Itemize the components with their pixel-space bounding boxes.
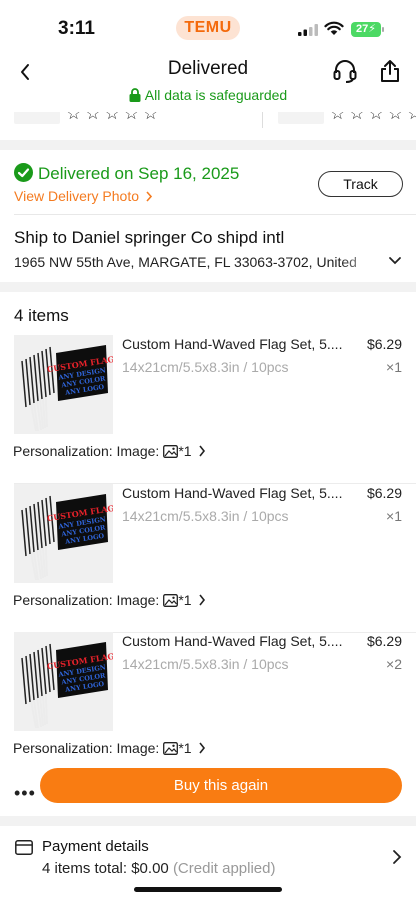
review-thumbnail xyxy=(14,112,60,124)
personalization-label: Personalization: Image: xyxy=(13,740,160,756)
list-item[interactable]: CUSTOM FLAG ANY DESIGN ANY COLOR ANY LOG… xyxy=(0,632,416,781)
track-button[interactable]: Track xyxy=(318,171,403,197)
chevron-right-icon xyxy=(199,594,206,606)
wifi-icon xyxy=(324,21,344,35)
items-count: 4 items xyxy=(14,306,69,325)
product-price: $6.29 xyxy=(366,336,402,352)
order-detail-page: 3:11 TEMU 27⚡ Delivered All data is safe… xyxy=(0,0,416,902)
personalization-count: *1 xyxy=(178,592,192,608)
product-quantity: ×1 xyxy=(386,359,402,375)
product-image[interactable]: CUSTOM FLAG ANY DESIGN ANY COLOR ANY LOG… xyxy=(14,484,113,583)
share-icon[interactable] xyxy=(378,58,402,84)
section-gap xyxy=(0,140,416,150)
review-thumbnail xyxy=(278,112,324,124)
product-variant: 14x21cm/5.5x8.3in / 10pcs xyxy=(122,508,289,524)
header: Delivered All data is safeguarded xyxy=(0,56,416,112)
headset-support-icon[interactable] xyxy=(332,58,358,84)
strip-divider xyxy=(262,112,263,128)
product-quantity: ×1 xyxy=(386,508,402,524)
section-gap xyxy=(0,282,416,292)
flag-set-image: CUSTOM FLAG ANY DESIGN ANY COLOR ANY LOG… xyxy=(21,642,113,729)
total-label: 4 items total: xyxy=(42,860,128,877)
image-icon xyxy=(163,445,179,458)
product-image[interactable]: CUSTOM FLAG ANY DESIGN ANY COLOR ANY LOG… xyxy=(14,632,113,731)
safeguard-notice: All data is safeguarded xyxy=(0,87,416,103)
section-gap xyxy=(0,816,416,826)
buy-again-button[interactable]: Buy this again xyxy=(40,768,402,803)
product-quantity: ×2 xyxy=(386,656,402,672)
status-bar: 3:11 TEMU 27⚡ xyxy=(0,0,416,56)
safeguard-text: All data is safeguarded xyxy=(144,87,288,103)
view-delivery-photo-link[interactable]: View Delivery Photo xyxy=(14,188,153,204)
chevron-right-icon xyxy=(199,742,206,754)
flag-set-image: CUSTOM FLAG ANY DESIGN ANY COLOR ANY LOG… xyxy=(21,345,113,432)
list-item[interactable]: CUSTOM FLAG ANY DESIGN ANY COLOR ANY LOG… xyxy=(0,335,416,484)
product-variant: 14x21cm/5.5x8.3in / 10pcs xyxy=(122,359,289,375)
personalization-count: *1 xyxy=(178,740,192,756)
product-name[interactable]: Custom Hand-Waved Flag Set, 5.... xyxy=(122,633,354,649)
chevron-right-icon[interactable] xyxy=(392,849,402,865)
product-variant: 14x21cm/5.5x8.3in / 10pcs xyxy=(122,656,289,672)
shipping-address[interactable]: 1965 NW 55th Ave, MARGATE, FL 33063-3702… xyxy=(14,254,380,270)
personalization-link[interactable]: Personalization: Image: *1 xyxy=(13,592,206,608)
product-price: $6.29 xyxy=(366,633,402,649)
photo-link-label: View Delivery Photo xyxy=(14,188,140,204)
product-image[interactable]: CUSTOM FLAG ANY DESIGN ANY COLOR ANY LOG… xyxy=(14,335,113,434)
star-rating-icon[interactable]: ☆☆☆☆☆ xyxy=(330,112,416,124)
product-name[interactable]: Custom Hand-Waved Flag Set, 5.... xyxy=(122,485,354,501)
personalization-link[interactable]: Personalization: Image: *1 xyxy=(13,740,206,756)
check-circle-icon xyxy=(14,163,33,182)
personalization-label: Personalization: Image: xyxy=(13,443,160,459)
lock-icon xyxy=(129,88,141,102)
product-price: $6.29 xyxy=(366,485,402,501)
chevron-right-icon xyxy=(146,191,152,202)
review-strip: ☆☆☆☆☆ ☆☆☆☆☆ xyxy=(0,112,416,128)
payment-total: 4 items total: $0.00 (Credit applied) xyxy=(42,860,275,877)
cellular-signal-icon xyxy=(298,24,318,36)
credit-note: (Credit applied) xyxy=(172,860,276,877)
personalization-label: Personalization: Image: xyxy=(13,592,160,608)
flag-set-image: CUSTOM FLAG ANY DESIGN ANY COLOR ANY LOG… xyxy=(21,494,113,581)
delivery-status-text: Delivered on Sep 16, 2025 xyxy=(38,164,240,183)
battery-indicator: 27⚡ xyxy=(351,22,384,37)
image-icon xyxy=(163,594,179,607)
personalization-count: *1 xyxy=(178,443,192,459)
status-time: 3:11 xyxy=(58,18,95,39)
product-name[interactable]: Custom Hand-Waved Flag Set, 5.... xyxy=(122,336,354,352)
divider xyxy=(14,214,416,215)
star-rating-icon[interactable]: ☆☆☆☆☆ xyxy=(66,112,162,124)
app-badge: TEMU xyxy=(176,16,240,40)
home-indicator xyxy=(134,887,282,892)
list-item[interactable]: CUSTOM FLAG ANY DESIGN ANY COLOR ANY LOG… xyxy=(0,484,416,633)
chevron-right-icon xyxy=(199,445,206,457)
chevron-down-icon[interactable] xyxy=(387,254,403,268)
image-icon xyxy=(163,742,179,755)
payment-details-title[interactable]: Payment details xyxy=(42,838,149,855)
more-options-button[interactable]: ••• xyxy=(14,783,36,804)
address-fade xyxy=(340,252,382,272)
credit-card-icon xyxy=(15,840,33,855)
ship-to-name: Ship to Daniel springer Co shipd intl xyxy=(14,228,285,247)
delivery-status: Delivered on Sep 16, 2025 xyxy=(14,163,239,184)
personalization-link[interactable]: Personalization: Image: *1 xyxy=(13,443,206,459)
total-amount: $0.00 xyxy=(131,860,169,877)
